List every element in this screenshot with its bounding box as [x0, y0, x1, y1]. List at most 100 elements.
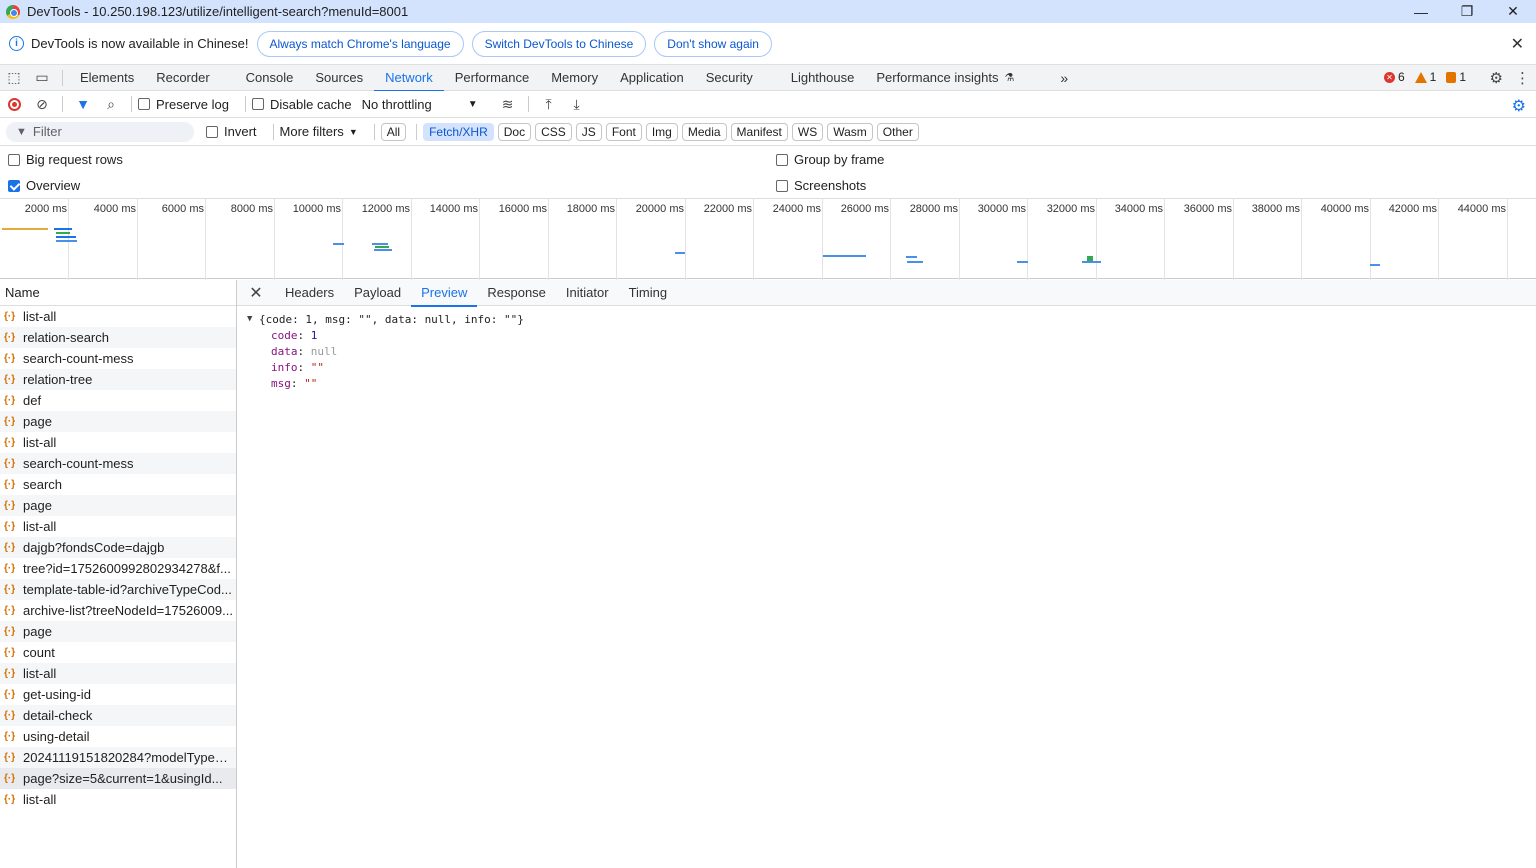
tab-lighthouse[interactable]: Lighthouse — [780, 65, 866, 91]
tab-preview[interactable]: Preview — [411, 280, 478, 307]
chip-fetch-xhr[interactable]: Fetch/XHR — [423, 122, 494, 141]
throttling-select[interactable]: No throttling ▼ — [362, 97, 478, 112]
device-toolbar-icon[interactable]: ▭ — [28, 65, 56, 91]
close-window-button[interactable]: ✕ — [1490, 0, 1536, 23]
request-row[interactable]: {·} archive-list?treeNodeId=17526009... — [0, 600, 236, 621]
request-row[interactable]: {·} def — [0, 390, 236, 411]
request-row[interactable]: {·} using-detail — [0, 726, 236, 747]
chip-doc[interactable]: Doc — [497, 122, 532, 141]
request-name: dajgb?fondsCode=dajgb — [23, 540, 165, 555]
request-row[interactable]: {·} list-all — [0, 789, 236, 810]
tab-performance-insights[interactable]: Performance insights ⚗ — [865, 65, 1025, 91]
request-row[interactable]: {·} search-count-mess — [0, 453, 236, 474]
export-har-icon[interactable]: ⤓ — [563, 91, 591, 118]
request-row[interactable]: {·} page — [0, 495, 236, 516]
chip-wasm[interactable]: Wasm — [827, 122, 873, 141]
settings-gear-icon[interactable]: ⚙ — [1490, 69, 1503, 87]
name-column-header[interactable]: Name — [0, 280, 236, 306]
big-request-rows-checkbox[interactable]: Big request rows — [8, 152, 123, 167]
request-row[interactable]: {·} tree?id=1752600992802934278&f... — [0, 558, 236, 579]
request-row[interactable]: {·} dajgb?fondsCode=dajgb — [0, 537, 236, 558]
name-header-label: Name — [5, 285, 40, 300]
tab-memory[interactable]: Memory — [540, 65, 609, 91]
request-row[interactable]: {·} search — [0, 474, 236, 495]
overview-checkbox[interactable]: Overview — [8, 178, 80, 193]
tab-security[interactable]: Security — [695, 65, 764, 91]
request-row[interactable]: {·} page — [0, 621, 236, 642]
request-row[interactable]: {·} search-count-mess — [0, 348, 236, 369]
json-root-line[interactable]: ▼ {code: 1, msg: "", data: null, info: ""… — [247, 311, 1536, 327]
chip-media[interactable]: Media — [681, 122, 727, 141]
chip-ws[interactable]: WS — [791, 122, 824, 141]
chip-js[interactable]: JS — [575, 122, 602, 141]
request-row[interactable]: {·} detail-check — [0, 705, 236, 726]
json-value: 1 — [310, 328, 318, 342]
more-tabs-icon[interactable]: » — [1049, 65, 1079, 91]
inspect-element-icon[interactable]: ⬚ — [0, 65, 28, 91]
network-conditions-icon[interactable]: ≋ — [494, 91, 522, 118]
tab-performance[interactable]: Performance — [444, 65, 540, 91]
request-row[interactable]: {·} list-all — [0, 432, 236, 453]
chip-manifest[interactable]: Manifest — [730, 122, 788, 141]
close-infobar-icon[interactable]: ✕ — [1511, 34, 1524, 54]
expand-triangle-icon[interactable]: ▼ — [247, 314, 259, 324]
request-row[interactable]: {·} count — [0, 642, 236, 663]
overview-timeline[interactable]: 2000 ms 4000 ms 6000 ms 8000 ms 10000 ms… — [0, 198, 1536, 280]
request-row[interactable]: {·} 20241119151820284?modelTypeC... — [0, 747, 236, 768]
request-name: page — [23, 498, 52, 513]
dont-show-again-button[interactable]: Don't show again — [654, 30, 772, 57]
search-icon[interactable]: ⌕ — [97, 91, 125, 118]
request-row[interactable]: {·} list-all — [0, 516, 236, 537]
more-filters-dropdown[interactable]: More filters ▼ — [280, 124, 358, 139]
chip-font[interactable]: Font — [605, 122, 642, 141]
tab-sources[interactable]: Sources — [304, 65, 374, 91]
filter-funnel-icon[interactable]: ▼ — [69, 91, 97, 118]
disable-cache-checkbox[interactable]: Disable cache — [251, 97, 352, 112]
tab-application[interactable]: Application — [609, 65, 695, 91]
xhr-icon: {·} — [4, 521, 16, 532]
chip-all[interactable]: All — [380, 122, 407, 141]
request-name: relation-search — [23, 330, 109, 345]
import-har-icon[interactable]: ⤒ — [535, 91, 563, 118]
request-row[interactable]: {·} template-table-id?archiveTypeCod... — [0, 579, 236, 600]
tab-response[interactable]: Response — [477, 280, 556, 306]
timeline-bar — [2, 228, 48, 230]
record-stop-button[interactable] — [0, 91, 28, 118]
request-row[interactable]: {·} relation-search — [0, 327, 236, 348]
request-row-selected[interactable]: {·} page?size=5&current=1&usingId... — [0, 768, 236, 789]
tick-label: 42000 ms — [1388, 203, 1437, 215]
preserve-log-checkbox[interactable]: Preserve log — [138, 97, 229, 112]
json-key: info — [271, 360, 298, 374]
timeline-bar — [823, 255, 866, 257]
match-language-button[interactable]: Always match Chrome's language — [256, 30, 464, 57]
chip-other[interactable]: Other — [876, 122, 919, 141]
close-detail-icon[interactable]: ✕ — [237, 283, 275, 303]
invert-checkbox[interactable]: Invert — [206, 124, 257, 139]
request-row[interactable]: {·} list-all — [0, 306, 236, 327]
minimize-button[interactable]: — — [1398, 0, 1444, 23]
tab-timing[interactable]: Timing — [619, 280, 678, 306]
restore-button[interactable]: ❐ — [1444, 0, 1490, 23]
tab-initiator[interactable]: Initiator — [556, 280, 619, 306]
xhr-icon: {·} — [4, 458, 16, 469]
status-counts[interactable]: ✕ 6 1 1 — [1383, 70, 1466, 84]
tab-elements[interactable]: Elements — [69, 65, 145, 91]
chip-css[interactable]: CSS — [535, 122, 572, 141]
request-row[interactable]: {·} relation-tree — [0, 369, 236, 390]
request-row[interactable]: {·} list-all — [0, 663, 236, 684]
tab-payload[interactable]: Payload — [344, 280, 411, 306]
group-by-frame-checkbox[interactable]: Group by frame — [776, 152, 884, 167]
clear-icon[interactable]: ⊘ — [28, 91, 56, 118]
kebab-menu-icon[interactable]: ⋮ — [1515, 69, 1530, 87]
chip-img[interactable]: Img — [645, 122, 678, 141]
tab-console[interactable]: Console — [235, 65, 305, 91]
switch-chinese-button[interactable]: Switch DevTools to Chinese — [471, 30, 647, 57]
request-row[interactable]: {·} page — [0, 411, 236, 432]
tab-headers[interactable]: Headers — [275, 280, 344, 306]
request-row[interactable]: {·} get-using-id — [0, 684, 236, 705]
filter-input[interactable]: ▼ Filter — [6, 121, 194, 142]
screenshots-checkbox[interactable]: Screenshots — [776, 178, 866, 193]
tab-recorder[interactable]: Recorder — [145, 65, 220, 91]
tab-network[interactable]: Network — [374, 65, 444, 92]
network-settings-icon[interactable]: ⚙ — [1512, 96, 1526, 116]
